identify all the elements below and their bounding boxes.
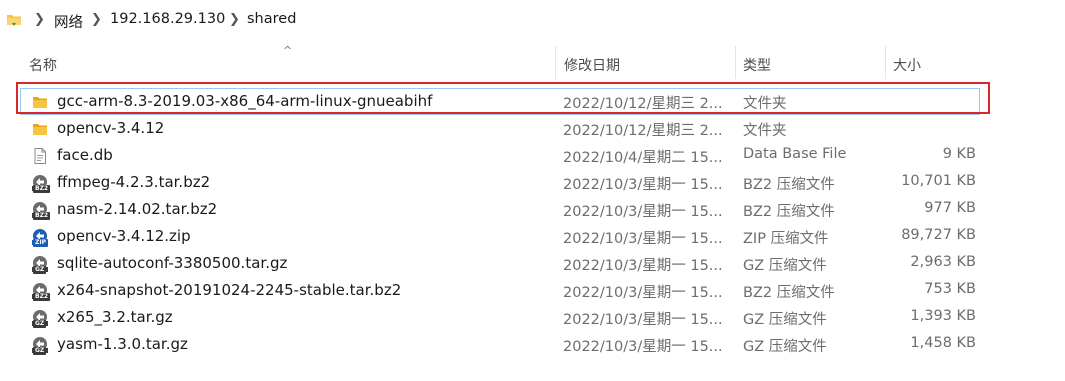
archive-icon: ZIP: [31, 228, 49, 247]
folder-icon: [7, 15, 21, 26]
chevron-right-icon[interactable]: ❯: [34, 12, 45, 27]
file-modified: 2022/10/3/星期一 15...: [563, 285, 723, 301]
column-divider[interactable]: [735, 46, 736, 79]
file-name: x264-snapshot-20191024-2245-stable.tar.b…: [57, 281, 402, 299]
chevron-right-icon[interactable]: ❯: [91, 12, 102, 27]
column-type[interactable]: 类型: [743, 55, 771, 75]
file-name: opencv-3.4.12.zip: [57, 227, 191, 245]
file-row[interactable]: face.db 2022/10/4/星期二 15... Data Base File…: [20, 142, 980, 169]
column-divider[interactable]: [885, 46, 886, 79]
archive-icon: BZ2: [31, 201, 51, 220]
file-name: sqlite-autoconf-3380500.tar.gz: [57, 254, 288, 272]
file-modified: 2022/10/3/星期一 15...: [563, 312, 723, 328]
file-size: 977 KB: [924, 200, 976, 216]
file-size: 1,458 KB: [910, 335, 976, 351]
archive-badge: BZ2: [33, 293, 51, 301]
file-type: GZ 压缩文件: [743, 258, 827, 274]
file-type: BZ2 压缩文件: [743, 204, 835, 220]
archive-icon: BZ2: [31, 174, 51, 193]
file-type: BZ2 压缩文件: [743, 285, 835, 301]
file-row[interactable]: BZ2 nasm-2.14.02.tar.bz2 2022/10/3/星期一 15.…: [20, 196, 980, 223]
column-header: ^ 名称 修改日期 类型 大小: [0, 44, 1065, 79]
file-modified: 2022/10/4/星期二 15...: [563, 150, 723, 166]
file-type: GZ 压缩文件: [743, 312, 827, 328]
folder-icon: [31, 120, 49, 138]
file-name: nasm-2.14.02.tar.bz2: [57, 200, 218, 218]
file-row[interactable]: GZ sqlite-autoconf-3380500.tar.gz 2022/10/…: [20, 250, 980, 277]
file-type: ZIP 压缩文件: [743, 231, 829, 247]
file-row[interactable]: BZ2 ffmpeg-4.2.3.tar.bz2 2022/10/3/星期一 15.…: [20, 169, 980, 196]
sort-ascending-icon: ^: [283, 44, 293, 57]
column-size[interactable]: 大小: [893, 55, 921, 75]
breadcrumb-network[interactable]: 网络: [54, 11, 83, 32]
file-modified: 2022/10/3/星期一 15...: [563, 231, 723, 247]
file-size: 2,963 KB: [910, 254, 976, 270]
address-bar[interactable]: ❯ 网络 ❯ 192.168.29.130 ❯ shared: [0, 0, 1065, 40]
archive-icon: GZ: [31, 336, 49, 355]
file-modified: 2022/10/3/星期一 15...: [563, 258, 723, 274]
column-modified[interactable]: 修改日期: [564, 55, 620, 75]
archive-badge: GZ: [33, 347, 47, 355]
file-type: Data Base File: [743, 146, 847, 162]
archive-badge: ZIP: [33, 239, 48, 247]
file-modified: 2022/10/3/星期一 15...: [563, 339, 723, 355]
column-name[interactable]: 名称: [29, 55, 57, 75]
file-row[interactable]: opencv-3.4.12 2022/10/12/星期三 2... 文件夹: [20, 115, 980, 142]
file-row[interactable]: ZIP opencv-3.4.12.zip 2022/10/3/星期一 15... Z…: [20, 223, 980, 250]
breadcrumb-host[interactable]: 192.168.29.130: [110, 11, 225, 27]
file-size: 753 KB: [924, 281, 976, 297]
file-type: BZ2 压缩文件: [743, 177, 835, 193]
file-name: ffmpeg-4.2.3.tar.bz2: [57, 173, 211, 191]
file-size: 10,701 KB: [901, 173, 976, 189]
file-type: GZ 压缩文件: [743, 339, 827, 355]
file-name: opencv-3.4.12: [57, 119, 165, 137]
column-divider[interactable]: [555, 46, 556, 79]
file-row[interactable]: BZ2 x264-snapshot-20191024-2245-stable.ta…: [20, 277, 980, 304]
archive-badge: GZ: [33, 266, 47, 274]
file-row[interactable]: GZ x265_3.2.tar.gz 2022/10/3/星期一 15... GZ 压…: [20, 304, 980, 331]
file-size: 89,727 KB: [901, 227, 976, 243]
file-type: 文件夹: [743, 123, 787, 139]
highlight-annotation: [16, 82, 990, 114]
file-name: x265_3.2.tar.gz: [57, 308, 173, 326]
archive-icon: GZ: [31, 255, 49, 274]
chevron-right-icon[interactable]: ❯: [229, 12, 240, 27]
file-modified: 2022/10/3/星期一 15...: [563, 177, 723, 193]
archive-icon: BZ2: [31, 282, 51, 301]
document-icon: [31, 147, 49, 165]
archive-icon: GZ: [31, 309, 49, 328]
archive-badge: BZ2: [33, 185, 51, 193]
breadcrumb-shared[interactable]: shared: [247, 11, 296, 27]
file-modified: 2022/10/3/星期一 15...: [563, 204, 723, 220]
file-size: 9 KB: [942, 146, 976, 162]
archive-badge: BZ2: [33, 212, 51, 220]
file-modified: 2022/10/12/星期三 2...: [563, 123, 723, 139]
file-name: yasm-1.3.0.tar.gz: [57, 335, 188, 353]
archive-badge: GZ: [33, 320, 47, 328]
file-size: 1,393 KB: [910, 308, 976, 324]
file-row[interactable]: GZ yasm-1.3.0.tar.gz 2022/10/3/星期一 15... GZ…: [20, 331, 980, 358]
file-name: face.db: [57, 146, 113, 164]
